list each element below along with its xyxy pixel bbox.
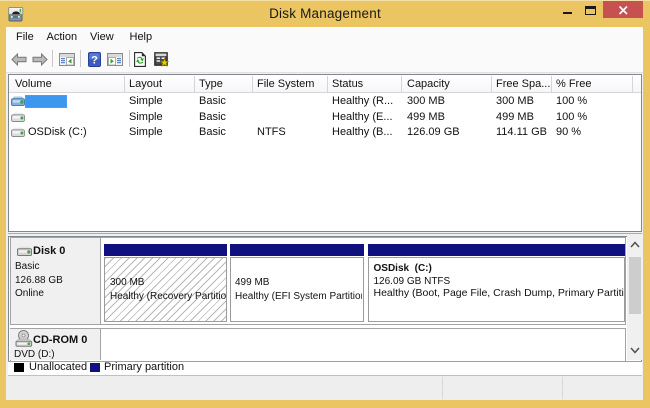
svg-text:?: ? [91,55,98,67]
